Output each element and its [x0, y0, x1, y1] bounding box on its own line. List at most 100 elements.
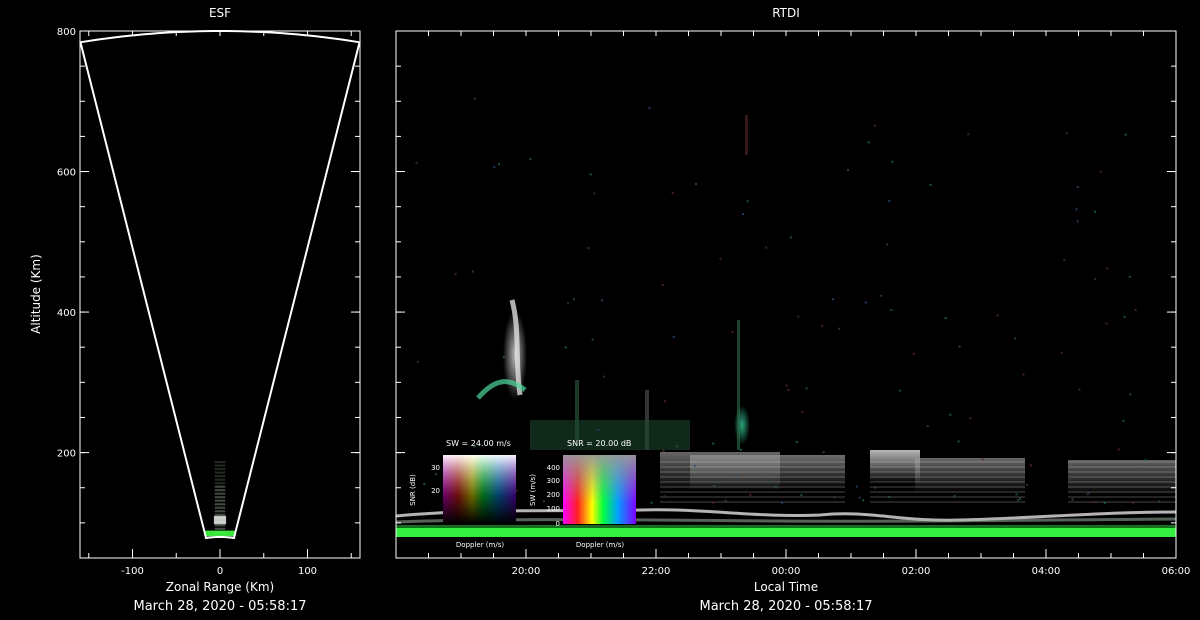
esf-y-tick-label: 800	[57, 27, 76, 38]
esf-rtdi-figure: ESF -100 0 100 200400600800 Zonal Range (K…	[29, 6, 1191, 614]
rtdi-speckle	[662, 450, 665, 452]
esf-echo-cell	[214, 503, 226, 506]
rtdi-speckle	[1106, 267, 1109, 270]
rtdi-speckle	[1014, 337, 1017, 340]
rtdi-speckle	[712, 501, 715, 504]
esf-echo-cell	[214, 468, 226, 471]
rtdi-speckle	[434, 473, 437, 476]
esf-echo-cell	[214, 499, 226, 502]
esf-panel: ESF -100 0 100 200 400 600 800 Zonal Range (K…	[29, 6, 361, 614]
esf-echo-cell	[214, 482, 226, 485]
rtdi-speckle	[801, 411, 804, 414]
rtdi-speckle	[454, 272, 457, 275]
rtdi-speckle	[1086, 493, 1089, 496]
legend-1-y-label: SNR (dB)	[409, 474, 417, 506]
rtdi-speckle	[765, 246, 768, 249]
rtdi-speckle	[1094, 210, 1097, 213]
legend-1-ytick: 30	[431, 464, 440, 472]
rtdi-speckle	[572, 298, 575, 301]
rtdi-speckle	[781, 501, 784, 504]
rtdi-speckle	[888, 496, 891, 498]
rtdi-speckle	[739, 449, 742, 451]
esf-echo-cell	[214, 485, 226, 488]
esf-y-tick-label: 400	[57, 308, 76, 319]
rtdi-speckle	[663, 495, 666, 498]
rtdi-x-tick-label: 06:00	[1162, 566, 1191, 577]
rtdi-echo-streak	[737, 320, 740, 450]
rtdi-speckle	[864, 301, 867, 304]
rtdi-speckle	[1134, 309, 1137, 311]
rtdi-speckle	[1124, 133, 1127, 136]
rtdi-x-tick-label: 20:00	[512, 566, 541, 577]
rtdi-speckle	[423, 482, 426, 485]
esf-echo-cell	[214, 496, 226, 499]
rtdi-speckle	[833, 496, 836, 499]
rtdi-speckle	[1030, 464, 1032, 467]
rtdi-speckle	[1128, 275, 1131, 278]
legend-1-ytick: 20	[431, 487, 440, 495]
esf-y-tick-label: 600	[57, 168, 76, 179]
rtdi-speckle	[648, 107, 651, 110]
esf-x-label: Zonal Range (Km)	[166, 580, 274, 594]
rtdi-echo-streak	[745, 115, 748, 155]
legend-2-ytick: 100	[547, 505, 560, 513]
esf-echo-cell	[214, 489, 226, 492]
esf-y-label: Altitude (Km)	[29, 254, 43, 334]
rtdi-speckle	[867, 141, 870, 144]
rtdi-speckle	[1076, 186, 1079, 188]
esf-echo-bright	[213, 515, 227, 525]
rtdi-speckle	[1026, 483, 1028, 486]
rtdi-y-axis	[396, 30, 1176, 524]
rtdi-speckle	[529, 158, 532, 160]
rtdi-speckle	[880, 294, 883, 297]
rtdi-speckle	[587, 247, 590, 250]
esf-date-label: March 28, 2020 - 05:58:17	[134, 599, 307, 614]
rtdi-speckle	[958, 345, 961, 348]
rtdi-speckle	[785, 384, 788, 387]
rtdi-speckle	[890, 309, 893, 312]
rtdi-speckle	[1068, 478, 1071, 481]
rtdi-speckle	[888, 200, 891, 203]
rtdi-speckle	[735, 474, 738, 476]
rtdi-speckle	[473, 97, 476, 100]
legend-1-x-label: Doppler (m/s)	[456, 541, 504, 549]
rtdi-speckle	[800, 494, 803, 496]
rtdi-speckle	[1105, 322, 1108, 325]
rtdi-speckle	[1092, 501, 1095, 504]
rtdi-speckle	[746, 200, 749, 203]
rtdi-speckle	[1088, 491, 1091, 494]
rtdi-speckle	[731, 330, 734, 333]
rtdi-speckle	[1076, 220, 1079, 223]
rtdi-speckle	[775, 486, 777, 489]
rtdi-speckle	[1158, 500, 1161, 503]
rtdi-speckle	[661, 284, 664, 287]
rtdi-speckle	[1103, 501, 1106, 504]
rtdi-speckle-layer	[415, 97, 1161, 504]
rtdi-speckle	[675, 445, 678, 448]
rtdi-speckle	[743, 418, 745, 421]
rtdi-speckle	[719, 257, 722, 260]
rtdi-speckle	[713, 485, 716, 487]
esf-x-axis: -100 0 100	[88, 31, 352, 577]
esf-echo-cell	[214, 513, 226, 516]
rtdi-speckle	[898, 389, 901, 392]
rtdi-speckle	[873, 486, 876, 489]
legend-2-ytick: 300	[547, 477, 560, 485]
rtdi-panel: RTDI 20:00 22:00 00:00 02:00 04:00 06:00…	[395, 6, 1191, 614]
rtdi-speckle	[957, 440, 960, 443]
rtdi-speckle	[1071, 498, 1074, 501]
rtdi-speckle	[797, 315, 800, 318]
rtdi-speckle	[967, 133, 970, 136]
esf-echo-cell	[214, 506, 226, 509]
rtdi-x-tick-label: 02:00	[902, 566, 931, 577]
rtdi-speckle	[981, 458, 984, 461]
rtdi-speckle	[1022, 373, 1025, 376]
esf-y-tick-label: 200	[57, 449, 76, 460]
esf-echo-cell	[214, 461, 226, 464]
rtdi-title: RTDI	[772, 6, 800, 20]
rtdi-speckle	[912, 352, 915, 355]
rtdi-speckle	[564, 346, 567, 349]
esf-echo-cell	[214, 464, 226, 467]
rtdi-speckle	[1123, 315, 1126, 318]
rtdi-green-band-edge	[396, 525, 1176, 528]
